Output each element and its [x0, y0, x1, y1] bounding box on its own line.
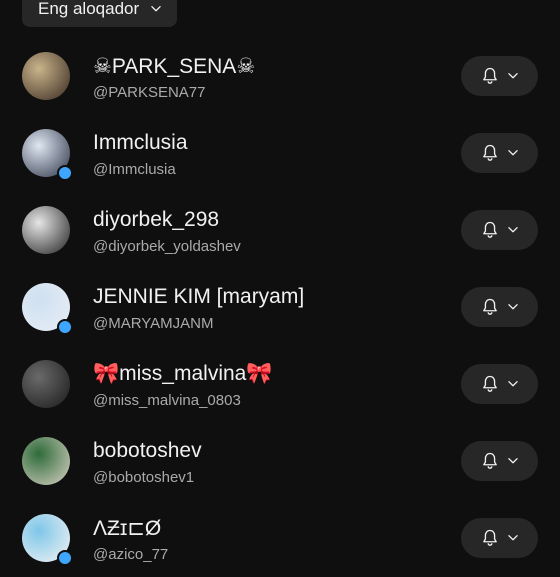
notification-settings-button[interactable]	[461, 133, 538, 173]
channel-row[interactable]: JENNIE KIM [maryam] @MARYAMJANM	[0, 269, 560, 346]
notification-settings-button[interactable]	[461, 518, 538, 558]
chevron-down-icon	[507, 227, 518, 233]
bell-icon	[482, 452, 497, 469]
channel-name[interactable]: ☠PARK_SENA☠	[93, 54, 255, 79]
channel-handle: @MARYAMJANM	[93, 315, 214, 332]
channel-row[interactable]: Immclusia @Immclusia	[0, 115, 560, 192]
channel-name[interactable]: JENNIE KIM [maryam]	[93, 285, 304, 309]
channel-name[interactable]: bobotoshev	[93, 439, 202, 463]
channel-row[interactable]: ☠PARK_SENA☠ @PARKSENA77	[0, 38, 560, 115]
bell-icon	[482, 221, 497, 238]
new-content-dot	[57, 319, 73, 335]
channel-handle: @azico_77	[93, 546, 169, 563]
chevron-down-icon	[507, 150, 518, 156]
bell-icon	[482, 67, 497, 84]
notification-settings-button[interactable]	[461, 56, 538, 96]
channel-name[interactable]: Immclusia	[93, 131, 188, 155]
channel-handle: @Immclusia	[93, 161, 176, 178]
chevron-down-icon	[507, 73, 518, 79]
channel-avatar[interactable]	[22, 52, 70, 100]
sort-dropdown[interactable]: Eng aloqador	[22, 0, 178, 27]
chevron-down-icon	[507, 535, 518, 541]
chevron-down-icon	[151, 5, 161, 11]
subscriptions-list: ☠PARK_SENA☠ @PARKSENA77 Immclusia @Immclusi…	[0, 38, 560, 577]
new-content-dot	[57, 165, 73, 181]
channel-name[interactable]: ΛƵɪ⊏Ø	[93, 516, 161, 541]
notification-settings-button[interactable]	[461, 210, 538, 250]
channel-row[interactable]: bobotoshev @bobotoshev1	[0, 423, 560, 500]
bell-icon	[482, 298, 497, 315]
channel-row[interactable]: diyorbek_298 @diyorbek_yoldashev	[0, 192, 560, 269]
channel-avatar[interactable]	[22, 360, 70, 408]
channel-name[interactable]: diyorbek_298	[93, 208, 219, 232]
channel-row[interactable]: 🎀miss_malvina🎀 @miss_malvina_0803	[0, 346, 560, 423]
notification-settings-button[interactable]	[461, 441, 538, 481]
chevron-down-icon	[507, 458, 518, 464]
channel-handle: @diyorbek_yoldashev	[93, 238, 241, 255]
notification-settings-button[interactable]	[461, 287, 538, 327]
bell-icon	[482, 529, 497, 546]
bell-icon	[482, 375, 497, 392]
bell-icon	[482, 144, 497, 161]
sort-label: Eng aloqador	[38, 0, 140, 18]
channel-name[interactable]: 🎀miss_malvina🎀	[93, 362, 273, 386]
chevron-down-icon	[507, 304, 518, 310]
channel-avatar[interactable]	[22, 437, 70, 485]
channel-handle: @PARKSENA77	[93, 84, 206, 101]
channel-handle: @miss_malvina_0803	[93, 392, 241, 409]
channel-row[interactable]: ΛƵɪ⊏Ø @azico_77	[0, 500, 560, 577]
channel-handle: @bobotoshev1	[93, 469, 195, 486]
channel-avatar[interactable]	[22, 206, 70, 254]
new-content-dot	[57, 550, 73, 566]
chevron-down-icon	[507, 381, 518, 387]
notification-settings-button[interactable]	[461, 364, 538, 404]
